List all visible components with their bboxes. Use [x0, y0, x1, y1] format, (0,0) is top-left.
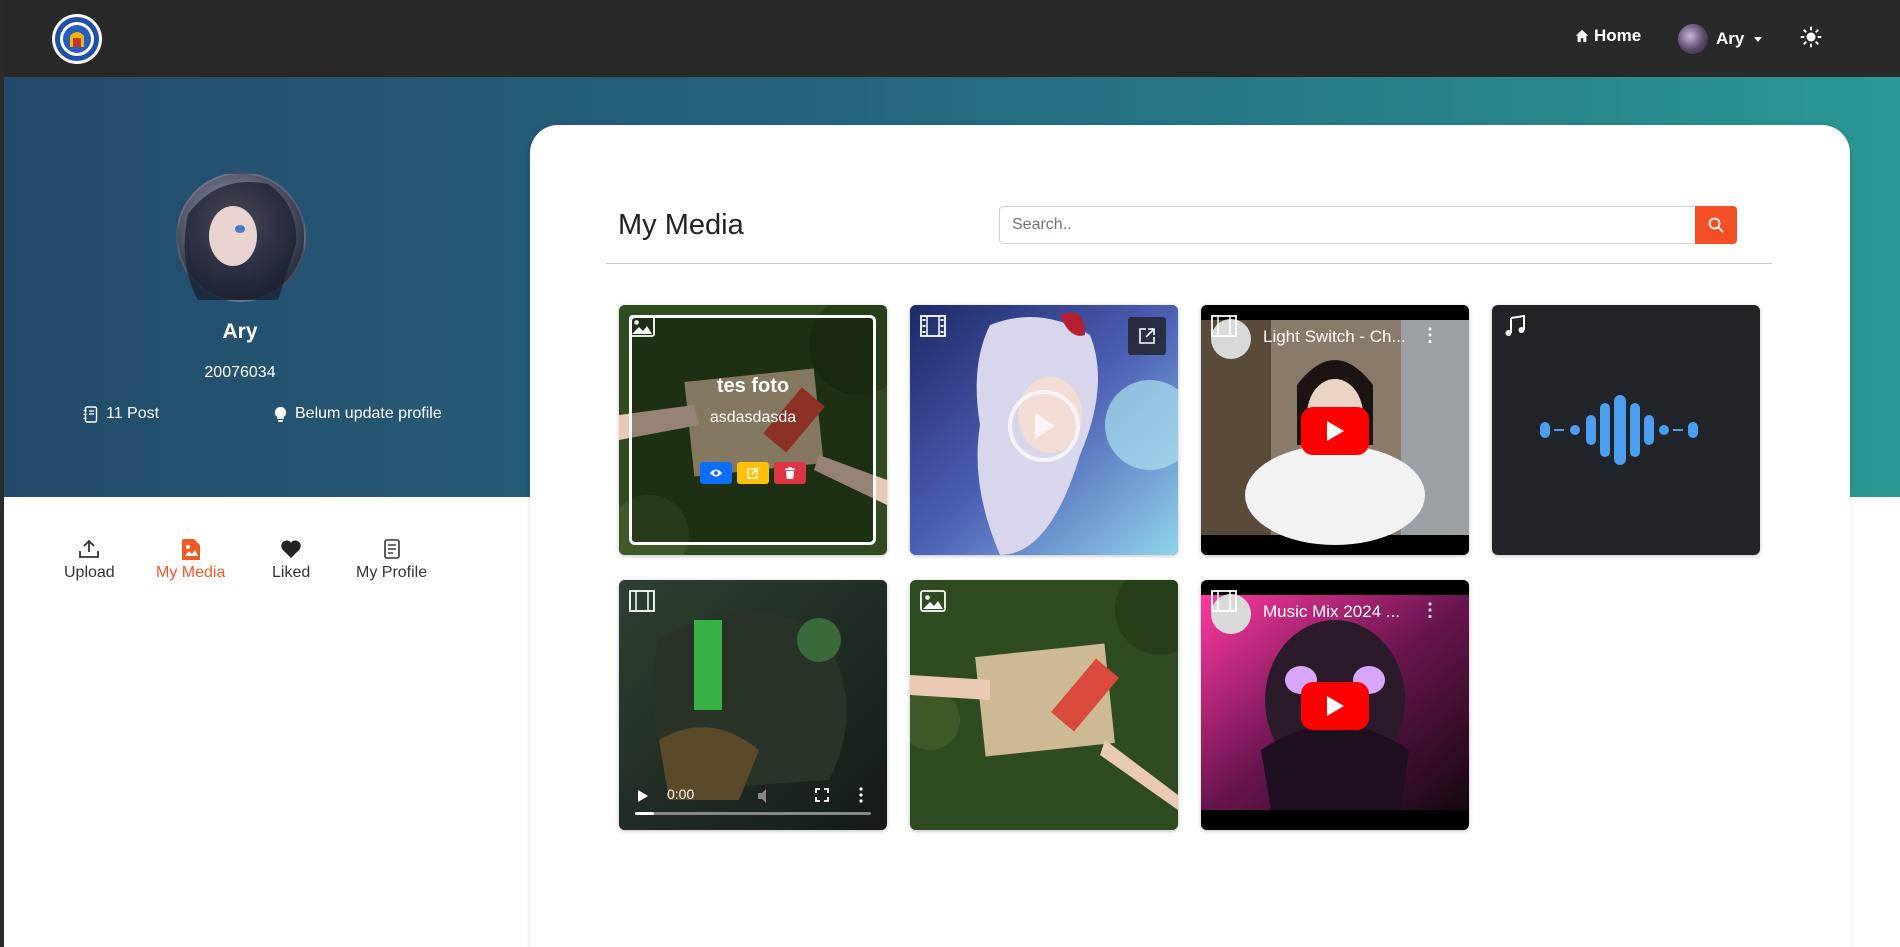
trash-icon: [785, 467, 795, 479]
edit-button[interactable]: [737, 462, 769, 484]
avatar: [1678, 24, 1708, 54]
user-dropdown[interactable]: Ary: [1678, 24, 1763, 54]
media-item-youtube[interactable]: Light Switch - Ch... ⋮: [1201, 305, 1469, 555]
media-item-audio[interactable]: [1492, 305, 1760, 555]
film-icon: [629, 590, 655, 612]
document-icon: [383, 539, 400, 559]
play-icon: [1035, 413, 1055, 439]
search-button[interactable]: [1695, 206, 1737, 244]
post-count-text: 11 Post: [106, 405, 160, 422]
play-icon: [1327, 421, 1344, 441]
media-thumbnail: [910, 580, 1178, 830]
sun-icon: [1800, 26, 1822, 48]
film-icon: [1211, 590, 1237, 612]
more-options-icon[interactable]: ⋮: [1421, 600, 1439, 621]
youtube-play-button[interactable]: [1301, 407, 1369, 455]
eye-icon: [710, 469, 722, 477]
lightbulb-icon: [274, 406, 287, 422]
media-title: tes foto: [716, 375, 790, 397]
media-item-video[interactable]: [910, 305, 1178, 555]
more-options-icon[interactable]: [859, 787, 863, 803]
video-progress-bar[interactable]: [635, 812, 871, 815]
image-icon: [920, 590, 946, 612]
film-icon: [920, 315, 946, 337]
video-controls: 0:00: [619, 770, 887, 830]
tab-upload-label: Upload: [64, 564, 115, 581]
more-options-icon[interactable]: ⋮: [1421, 325, 1439, 346]
media-item-image[interactable]: [910, 580, 1178, 830]
fullscreen-icon[interactable]: [815, 788, 829, 802]
image-file-icon: [181, 538, 200, 560]
media-description: asdasdasda: [709, 409, 797, 426]
youtube-video-title: Music Mix 2024 ...: [1263, 602, 1400, 621]
music-note-icon: [1505, 315, 1525, 336]
institution-logo[interactable]: [52, 14, 102, 64]
play-button[interactable]: [1008, 390, 1080, 462]
pencil-square-icon: [747, 467, 759, 479]
page-title: My Media: [618, 209, 744, 241]
film-icon: [1211, 315, 1237, 337]
play-icon: [1327, 696, 1344, 716]
youtube-video-title: Light Switch - Ch...: [1263, 327, 1406, 346]
media-content-card: My Media tes foto asdasdasda: [530, 125, 1850, 947]
theme-toggle-button[interactable]: [1800, 26, 1822, 53]
volume-icon[interactable]: [757, 788, 773, 804]
profile-name: Ary: [222, 320, 258, 343]
youtube-play-button[interactable]: [1301, 682, 1369, 730]
media-action-buttons: [700, 462, 806, 484]
journal-icon: [83, 405, 98, 423]
house-icon: [1575, 29, 1589, 43]
chevron-down-icon: [1754, 36, 1763, 42]
video-time: 0:00: [667, 786, 695, 802]
tab-my-profile[interactable]: My Profile: [356, 538, 427, 582]
profile-status-stat: Belum update profile: [274, 405, 442, 423]
image-icon: [629, 315, 655, 337]
profile-avatar: [176, 172, 306, 302]
profile-id: 20076034: [204, 364, 276, 381]
play-icon[interactable]: [637, 789, 649, 803]
search-input[interactable]: [999, 206, 1696, 244]
tab-liked-label: Liked: [272, 564, 311, 581]
tab-upload[interactable]: Upload: [64, 538, 115, 582]
window-left-edge: [0, 0, 4, 947]
view-button[interactable]: [700, 462, 732, 484]
nav-user-name: Ary: [1716, 29, 1745, 48]
title-divider: [606, 263, 1772, 264]
nav-home-label: Home: [1594, 26, 1642, 45]
post-count-stat: 11 Post: [83, 405, 159, 423]
heart-icon: [281, 540, 301, 558]
media-item-image[interactable]: tes foto asdasdasda: [619, 305, 887, 555]
tab-my-media-label: My Media: [156, 564, 226, 581]
audio-waveform-icon: [1540, 395, 1698, 465]
media-hover-overlay: [629, 315, 876, 545]
media-item-youtube[interactable]: Music Mix 2024 ... ⋮: [1201, 580, 1469, 830]
nav-home-link[interactable]: Home: [1575, 26, 1641, 46]
search-icon: [1708, 217, 1724, 233]
upload-icon: [79, 539, 100, 558]
external-link-icon: [1139, 328, 1155, 344]
tab-my-media[interactable]: My Media: [156, 538, 225, 582]
media-item-video[interactable]: 0:00: [619, 580, 887, 830]
top-navbar: Home Ary: [0, 0, 1900, 77]
open-external-button[interactable]: [1128, 317, 1166, 355]
profile-status-text: Belum update profile: [295, 405, 442, 422]
tab-liked[interactable]: Liked: [272, 538, 310, 582]
delete-button[interactable]: [774, 462, 806, 484]
tab-my-profile-label: My Profile: [356, 564, 428, 581]
